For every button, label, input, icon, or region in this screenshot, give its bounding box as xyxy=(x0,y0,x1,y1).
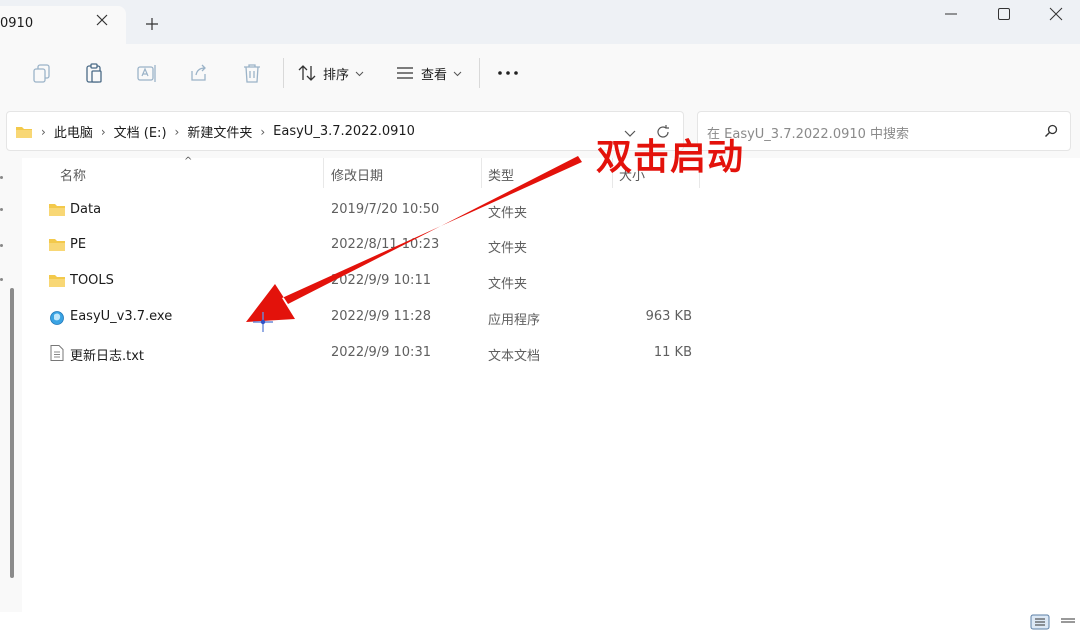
file-row[interactable]: TOOLS 2022/9/9 10:11 文件夹 xyxy=(22,264,722,298)
rename-icon[interactable] xyxy=(136,62,158,84)
column-header-name[interactable]: 名称 xyxy=(60,165,86,184)
file-row[interactable]: EasyU_v3.7.exe 2022/9/9 11:28 应用程序 963 K… xyxy=(22,300,722,334)
tab-title: 0910 xyxy=(0,16,34,31)
delete-icon[interactable] xyxy=(241,62,263,84)
file-type: 应用程序 xyxy=(488,313,541,328)
navigation-pane[interactable] xyxy=(0,158,22,612)
maximize-icon[interactable] xyxy=(997,7,1011,21)
folder-icon xyxy=(16,126,32,138)
breadcrumb-item[interactable]: EasyU_3.7.2022.0910 xyxy=(273,124,415,139)
address-row: › 此电脑 › 文档 (E:) › 新建文件夹 › EasyU_3.7.2022… xyxy=(0,102,1080,158)
file-modified: 2022/9/9 10:31 xyxy=(331,345,431,360)
nav-scrollbar[interactable] xyxy=(10,288,14,578)
file-row[interactable]: PE 2022/8/11 10:23 文件夹 xyxy=(22,228,722,262)
copy-icon[interactable] xyxy=(31,62,53,84)
file-modified: 2022/8/11 10:23 xyxy=(331,237,440,252)
file-name: TOOLS xyxy=(70,273,114,288)
nav-expander[interactable] xyxy=(0,278,3,281)
file-modified: 2022/9/9 10:11 xyxy=(331,273,431,288)
toolbar-divider xyxy=(479,58,480,88)
search-icon[interactable] xyxy=(1044,124,1058,138)
folder-icon xyxy=(49,275,65,287)
breadcrumb: › 此电脑 › 文档 (E:) › 新建文件夹 › EasyU_3.7.2022… xyxy=(15,122,415,141)
chevron-right-icon[interactable]: › xyxy=(260,125,265,139)
column-header-modified[interactable]: 修改日期 xyxy=(331,165,383,184)
nav-expander[interactable] xyxy=(0,176,3,179)
column-divider[interactable] xyxy=(481,158,482,188)
column-header-type[interactable]: 类型 xyxy=(488,165,514,184)
command-bar: 排序 查看 xyxy=(0,44,1080,103)
new-tab-icon[interactable] xyxy=(145,17,159,31)
nav-expander[interactable] xyxy=(0,208,3,211)
paste-icon[interactable] xyxy=(83,62,105,84)
file-type: 文本文档 xyxy=(488,349,541,364)
share-icon[interactable] xyxy=(188,62,210,84)
file-name: Data xyxy=(70,202,102,217)
breadcrumb-item[interactable]: 新建文件夹 xyxy=(187,122,252,141)
tiles-view-icon[interactable] xyxy=(1058,614,1078,630)
folder-icon xyxy=(49,239,65,251)
chevron-down-icon xyxy=(355,71,364,76)
file-modified: 2022/9/9 11:28 xyxy=(331,309,431,324)
sort-label: 排序 xyxy=(323,67,350,83)
file-name: EasyU_v3.7.exe xyxy=(70,309,173,324)
search-box[interactable]: 在 EasyU_3.7.2022.0910 中搜索 xyxy=(697,111,1071,151)
more-options-button[interactable] xyxy=(497,60,519,86)
file-name: PE xyxy=(70,237,87,252)
close-window-icon[interactable] xyxy=(1049,7,1063,21)
file-row[interactable]: Data 2019/7/20 10:50 文件夹 xyxy=(22,193,722,227)
column-divider[interactable] xyxy=(323,158,324,188)
chevron-down-icon xyxy=(453,71,462,76)
close-tab-icon[interactable] xyxy=(95,13,109,27)
nav-expander[interactable] xyxy=(0,244,3,247)
details-view-icon[interactable] xyxy=(1030,614,1050,630)
file-size: 963 KB xyxy=(645,309,692,324)
file-modified: 2019/7/20 10:50 xyxy=(331,202,440,217)
sort-button[interactable]: 排序 xyxy=(297,60,364,86)
file-type: 文件夹 xyxy=(488,241,528,256)
more-icon xyxy=(498,71,518,75)
breadcrumb-item[interactable]: 此电脑 xyxy=(54,122,93,141)
breadcrumb-item[interactable]: 文档 (E:) xyxy=(114,122,167,141)
file-row[interactable]: 更新日志.txt 2022/9/9 10:31 文本文档 11 KB xyxy=(22,336,722,370)
file-list: ^ 名称 修改日期 类型 大小 Data 2019/7/20 10:50 文件夹… xyxy=(22,156,1080,612)
sort-icon xyxy=(298,65,316,81)
tab-current-folder[interactable]: 0910 xyxy=(0,6,126,44)
annotation-label: 双击启动 xyxy=(596,137,745,178)
sort-ascending-icon: ^ xyxy=(184,156,193,167)
view-list-icon xyxy=(397,67,413,79)
folder-icon xyxy=(49,204,65,216)
app-icon xyxy=(50,311,64,325)
file-type: 文件夹 xyxy=(488,277,528,292)
file-size: 11 KB xyxy=(653,345,692,360)
chevron-right-icon[interactable]: › xyxy=(175,125,180,139)
chevron-right-icon[interactable]: › xyxy=(101,125,106,139)
title-bar: 0910 xyxy=(0,0,1080,44)
file-name: 更新日志.txt xyxy=(70,349,145,364)
minimize-icon[interactable] xyxy=(944,7,958,21)
file-type: 文件夹 xyxy=(488,206,528,221)
view-button[interactable]: 查看 xyxy=(395,60,462,86)
view-label: 查看 xyxy=(421,67,448,83)
chevron-right-icon: › xyxy=(41,124,46,139)
address-bar[interactable]: › 此电脑 › 文档 (E:) › 新建文件夹 › EasyU_3.7.2022… xyxy=(6,111,684,151)
text-file-icon xyxy=(50,345,64,361)
toolbar-divider xyxy=(283,58,284,88)
